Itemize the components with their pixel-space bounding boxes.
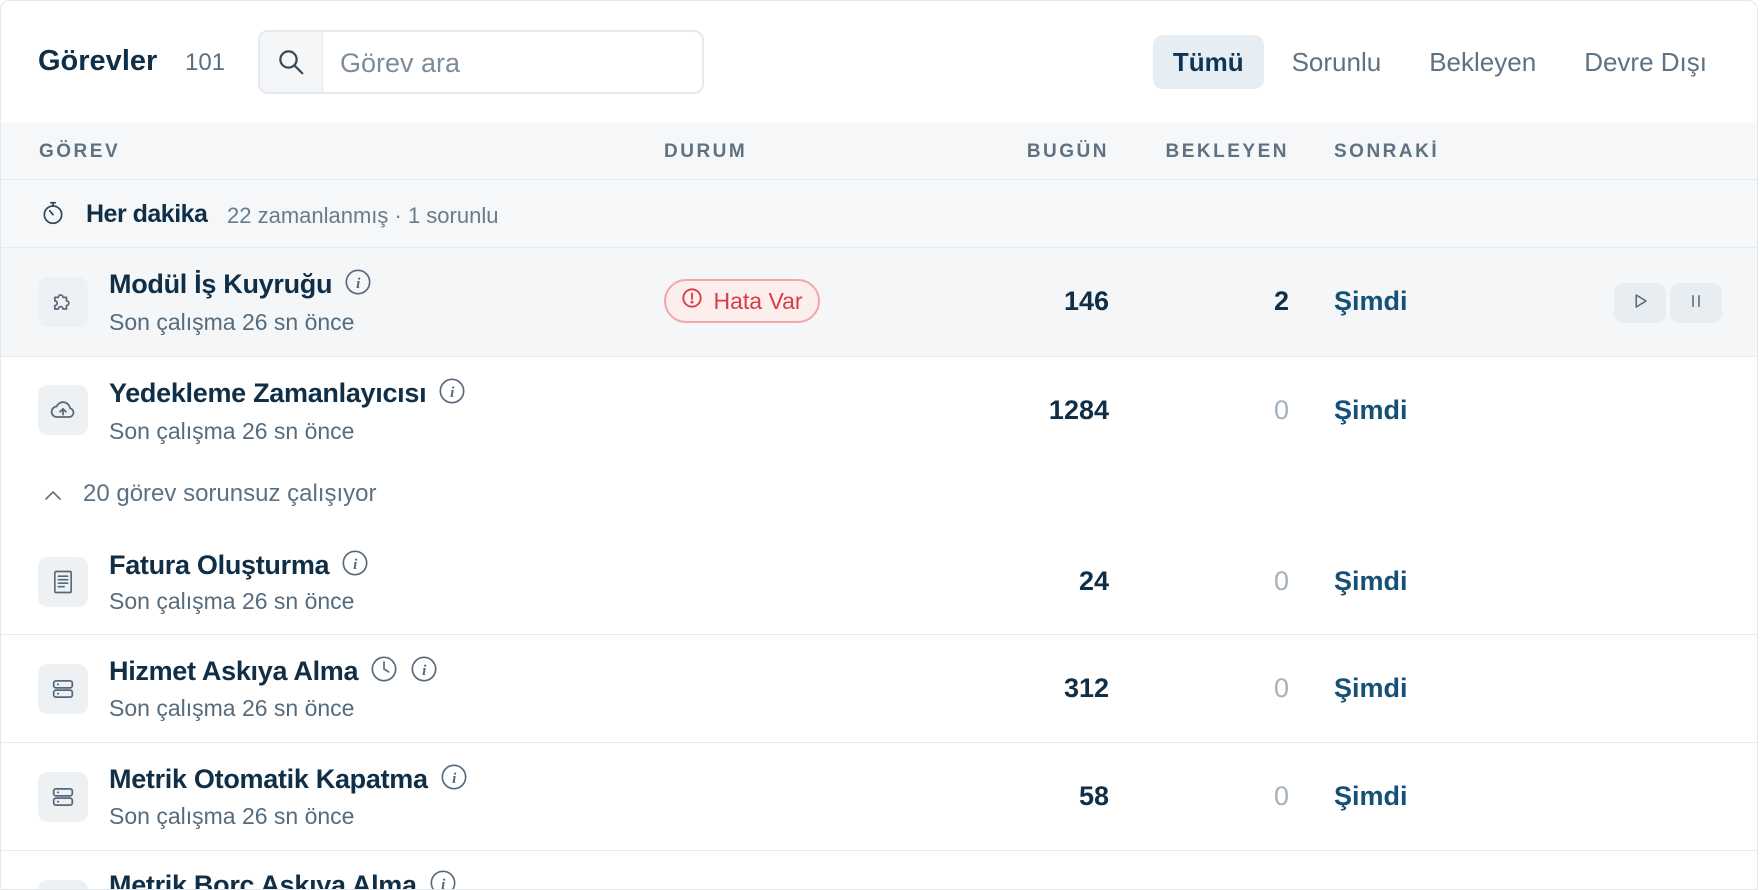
table-row[interactable]: Yedekleme Zamanlayıcısı i Son çalışma 26… [1, 357, 1757, 465]
task-name-label: Metrik Borç Askıya Alma [109, 870, 417, 890]
info-icon[interactable]: i [429, 869, 457, 890]
task-name-label: Modül İş Kuyruğu [109, 269, 333, 299]
task-name[interactable]: Fatura Oluşturma i [109, 549, 369, 584]
filter-tab-all[interactable]: Tümü [1152, 35, 1264, 89]
task-name-label: Metrik Otomatik Kapatma [109, 764, 428, 794]
info-icon[interactable]: i [344, 268, 372, 303]
table-row[interactable]: Hizmet Askıya Alma i Son çalışma 26 sn ö… [1, 635, 1757, 743]
svg-text:i: i [450, 384, 455, 401]
next-run-link[interactable]: Şimdi [1334, 286, 1408, 317]
status-badge: Hata Var [664, 279, 820, 323]
chevron-up-icon [43, 488, 63, 507]
filter-tabs: Tümü Sorunlu Bekleyen Devre Dışı [1152, 35, 1727, 89]
stopwatch-icon [40, 200, 66, 231]
puzzle-icon [38, 277, 88, 327]
page-title: Görevler [38, 45, 158, 77]
task-name-label: Yedekleme Zamanlayıcısı [109, 378, 427, 408]
info-icon[interactable]: i [410, 655, 438, 690]
collapse-toggle-label: 20 görev sorunsuz çalışıyor [83, 480, 377, 507]
task-name[interactable]: Metrik Otomatik Kapatma i [109, 763, 468, 798]
next-run-link[interactable]: Şimdi [1334, 673, 1408, 704]
today-count: 312 [1063, 673, 1109, 703]
task-last-run: Son çalışma 26 sn önce [109, 309, 355, 335]
server-icon [38, 880, 88, 889]
table-row[interactable]: Fatura Oluşturma i Son çalışma 26 sn önc… [1, 526, 1757, 635]
task-count: 101 [185, 49, 226, 76]
tasks-panel: Görevler 101 Tümü Sorunlu Bekleyen Devre… [0, 0, 1758, 890]
next-run-link[interactable]: Şimdi [1334, 566, 1408, 597]
today-count: 24 [1078, 566, 1109, 596]
status-badge-label: Hata Var [713, 287, 803, 314]
pause-icon [1687, 292, 1705, 315]
info-icon[interactable]: i [341, 549, 369, 584]
task-name[interactable]: Metrik Borç Askıya Alma i [109, 869, 457, 890]
svg-text:i: i [452, 770, 457, 787]
column-header-next[interactable]: SONRAKİ [1334, 141, 1439, 163]
column-header-pending[interactable]: BEKLEYEN [1166, 141, 1289, 163]
task-name[interactable]: Hizmet Askıya Alma i [109, 655, 438, 690]
today-count: 1284 [1048, 395, 1109, 425]
server-icon [38, 664, 88, 714]
search-input[interactable] [324, 32, 714, 94]
play-icon [1631, 292, 1649, 315]
column-header-status[interactable]: DURUM [664, 141, 747, 163]
clock-icon [370, 655, 398, 690]
task-name-label: Fatura Oluşturma [109, 550, 330, 580]
task-last-run: Son çalışma 26 sn önce [109, 588, 355, 614]
search-box [258, 30, 714, 94]
pending-count: 0 [1273, 395, 1289, 425]
group-summary: 22 zamanlanmış · 1 sorunlu [227, 203, 499, 228]
group-name: Her dakika [86, 200, 208, 228]
table-row[interactable]: Metrik Borç Askıya Alma i [1, 851, 1757, 890]
filter-tab-problematic[interactable]: Sorunlu [1272, 35, 1402, 89]
table-row[interactable]: Modül İş Kuyruğu i Son çalışma 26 sn önc… [1, 248, 1757, 357]
pending-count: 0 [1273, 781, 1289, 811]
task-last-run: Son çalışma 26 sn önce [109, 803, 355, 829]
svg-text:i: i [422, 662, 427, 679]
cloud-upload-icon [38, 385, 88, 435]
task-name-label: Hizmet Askıya Alma [109, 656, 359, 686]
filter-tab-disabled[interactable]: Devre Dışı [1564, 35, 1727, 89]
column-header-today[interactable]: BUGÜN [1027, 141, 1109, 163]
alert-circle-icon [681, 287, 703, 315]
info-icon[interactable]: i [440, 763, 468, 798]
svg-text:i: i [353, 556, 358, 573]
next-run-link[interactable]: Şimdi [1334, 781, 1408, 812]
table-row[interactable]: Metrik Otomatik Kapatma i Son çalışma 26… [1, 743, 1757, 851]
search-icon[interactable] [260, 32, 323, 92]
svg-text:i: i [356, 275, 361, 292]
task-name[interactable]: Modül İş Kuyruğu i [109, 268, 372, 303]
svg-text:i: i [441, 876, 446, 890]
group-header[interactable]: Her dakika 22 zamanlanmış · 1 sorunlu [1, 180, 1757, 248]
collapse-toggle[interactable]: 20 görev sorunsuz çalışıyor [1, 466, 1757, 526]
pending-count: 0 [1273, 566, 1289, 596]
pending-count: 0 [1273, 673, 1289, 703]
receipt-icon [38, 557, 88, 607]
pending-count: 2 [1273, 286, 1289, 316]
table-header: GÖREV DURUM BUGÜN BEKLEYEN SONRAKİ [1, 123, 1757, 180]
today-count: 146 [1063, 286, 1109, 316]
filter-tab-pending[interactable]: Bekleyen [1409, 35, 1556, 89]
panel-header: Görevler 101 Tümü Sorunlu Bekleyen Devre… [1, 1, 1757, 124]
next-run-link[interactable]: Şimdi [1334, 395, 1408, 426]
task-name[interactable]: Yedekleme Zamanlayıcısı i [109, 377, 466, 412]
today-count: 58 [1078, 781, 1109, 811]
server-icon [38, 772, 88, 822]
info-icon[interactable]: i [438, 377, 466, 412]
run-button[interactable] [1614, 283, 1666, 323]
pause-button[interactable] [1670, 283, 1722, 323]
task-last-run: Son çalışma 26 sn önce [109, 695, 355, 721]
column-header-task[interactable]: GÖREV [39, 141, 120, 163]
task-last-run: Son çalışma 26 sn önce [109, 418, 355, 444]
